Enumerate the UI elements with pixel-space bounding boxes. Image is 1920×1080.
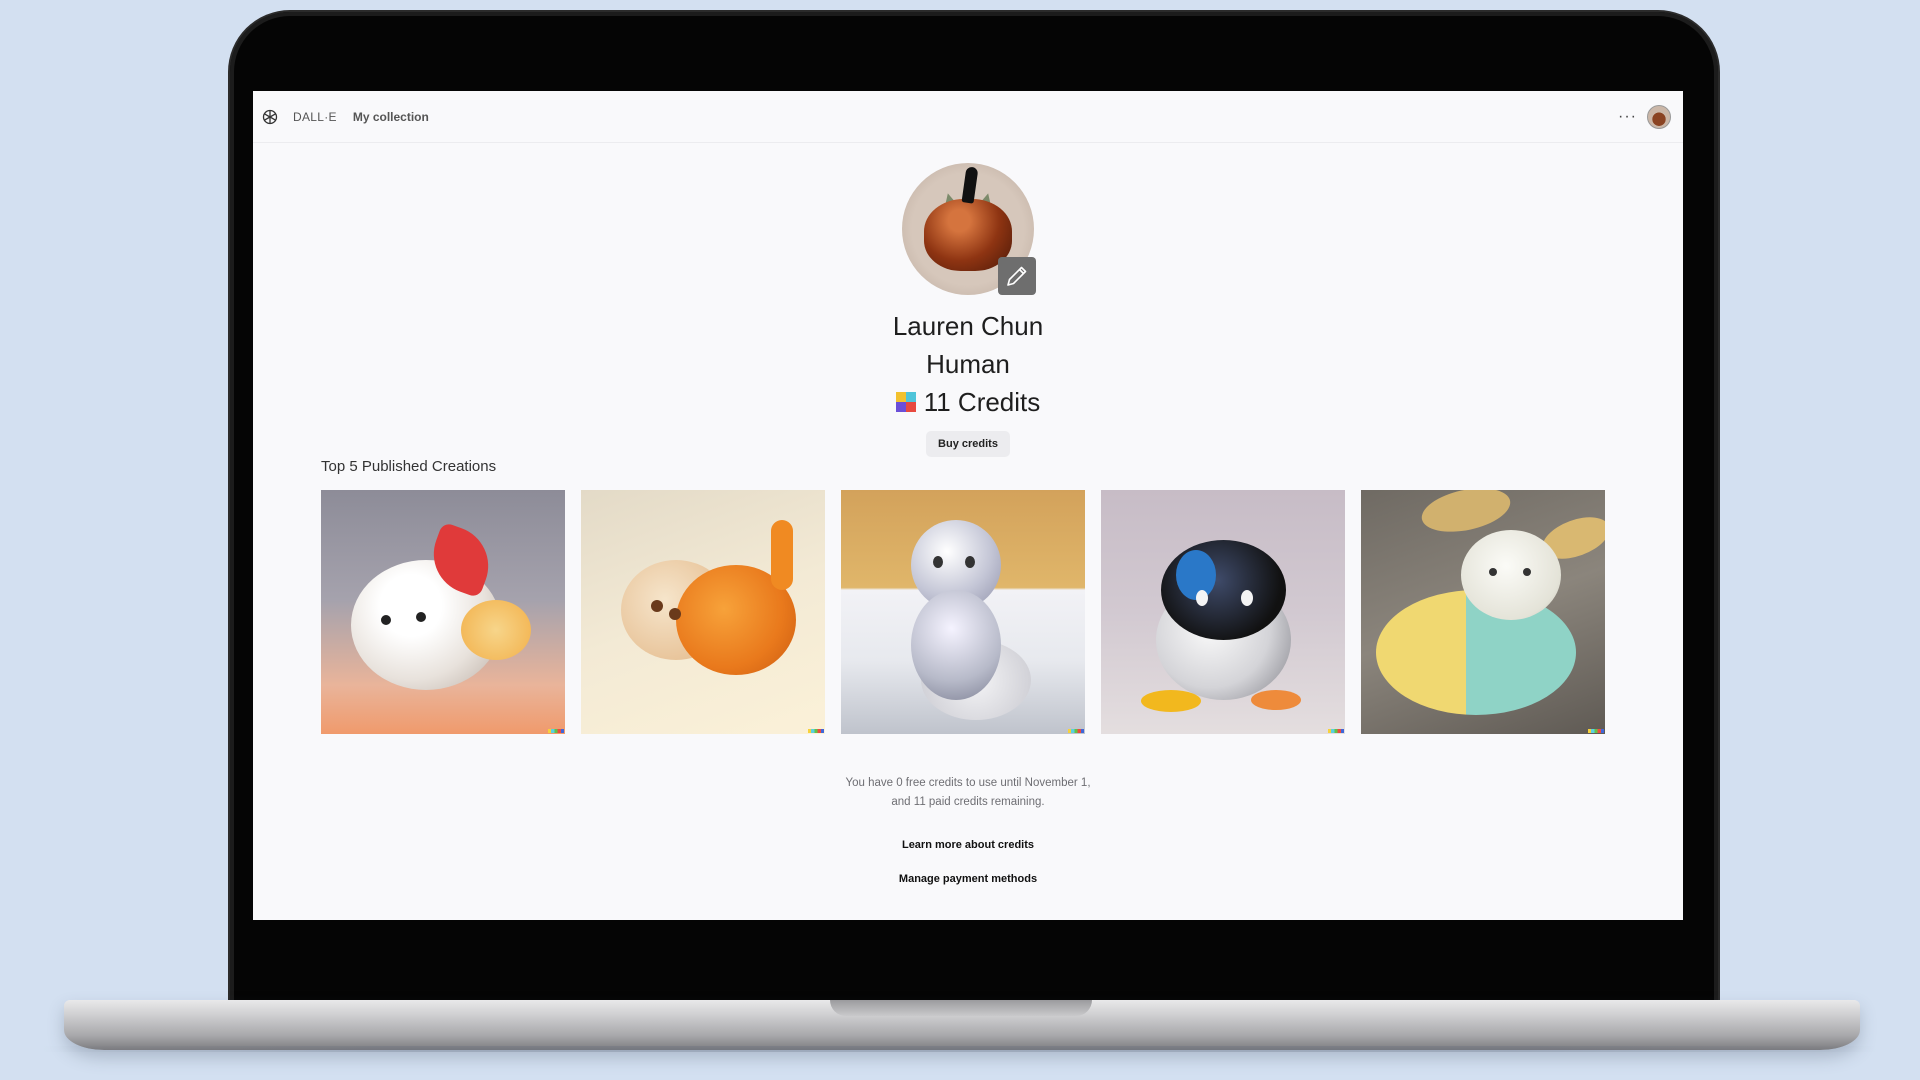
leaf [1141, 690, 1201, 712]
dalle-signature-icon [808, 729, 824, 733]
credit-info-line-2: and 11 paid credits remaining. [891, 796, 1045, 808]
cat-eye [933, 556, 943, 568]
more-options-icon[interactable]: ··· [1618, 108, 1637, 125]
creation-thumbnail-4[interactable] [1101, 490, 1345, 734]
creation-thumbnail-5[interactable] [1361, 490, 1605, 734]
nav-dalle-link[interactable]: DALL·E [293, 110, 337, 124]
learn-more-credits-link[interactable]: Learn more about credits [253, 839, 1683, 851]
cat-eye [1489, 568, 1497, 576]
creation-thumbnail-2[interactable] [581, 490, 825, 734]
cat-body [1376, 590, 1576, 715]
cat-body [911, 590, 1001, 700]
cat-eye [381, 615, 391, 625]
edit-avatar-button[interactable] [998, 257, 1036, 295]
credits-row: 11 Credits [895, 383, 1041, 421]
cat-eye [1241, 590, 1253, 606]
creation-thumbnail-1[interactable] [321, 490, 565, 734]
cat-tail [771, 520, 793, 590]
creations-gallery [321, 490, 1605, 734]
creation-thumbnail-3[interactable] [841, 490, 1085, 734]
credit-info-line-1: You have 0 free credits to use until Nov… [845, 777, 1091, 789]
manage-payment-methods-link[interactable]: Manage payment methods [253, 873, 1683, 885]
credits-count: 11 Credits [923, 387, 1041, 417]
profile-name: Lauren Chun [892, 311, 1044, 341]
laptop-shadow [40, 1046, 1880, 1052]
profile-title: Human [926, 349, 1010, 379]
cat-eye [1196, 590, 1208, 606]
cat-eye [416, 612, 426, 622]
user-avatar-button[interactable] [1647, 104, 1671, 129]
buy-credits-button[interactable]: Buy credits [926, 431, 1010, 457]
dalle-signature-icon [1588, 729, 1604, 733]
cat-eye [651, 600, 663, 612]
dalle-signature-icon [1068, 729, 1084, 733]
credit-info-text: You have 0 free credits to use until Nov… [253, 774, 1683, 812]
profile-section: Lauren Chun Human 11 Credits Buy credits [253, 163, 1683, 457]
profile-avatar [902, 163, 1036, 295]
cat-head [1461, 530, 1561, 620]
pencil-icon [1007, 266, 1027, 286]
top-navbar: DALL·E My collection ··· [253, 91, 1683, 143]
credits-icon [895, 392, 916, 412]
openai-logo-icon[interactable] [261, 108, 279, 126]
cat-eye [965, 556, 975, 568]
cat-patch [461, 600, 531, 660]
top-creations-title: Top 5 Published Creations [321, 458, 497, 475]
leaf [1251, 690, 1301, 710]
dalle-signature-icon [1328, 729, 1344, 733]
cat-eye [1523, 568, 1531, 576]
dalle-signature-icon [548, 729, 564, 733]
cat-ear-blue [1176, 550, 1216, 600]
laptop-notch [830, 1000, 1092, 1016]
cat-eye [669, 608, 681, 620]
nav-my-collection-link[interactable]: My collection [353, 110, 429, 124]
browser-screen: DALL·E My collection ··· Lauren Chun Hum… [253, 91, 1683, 920]
